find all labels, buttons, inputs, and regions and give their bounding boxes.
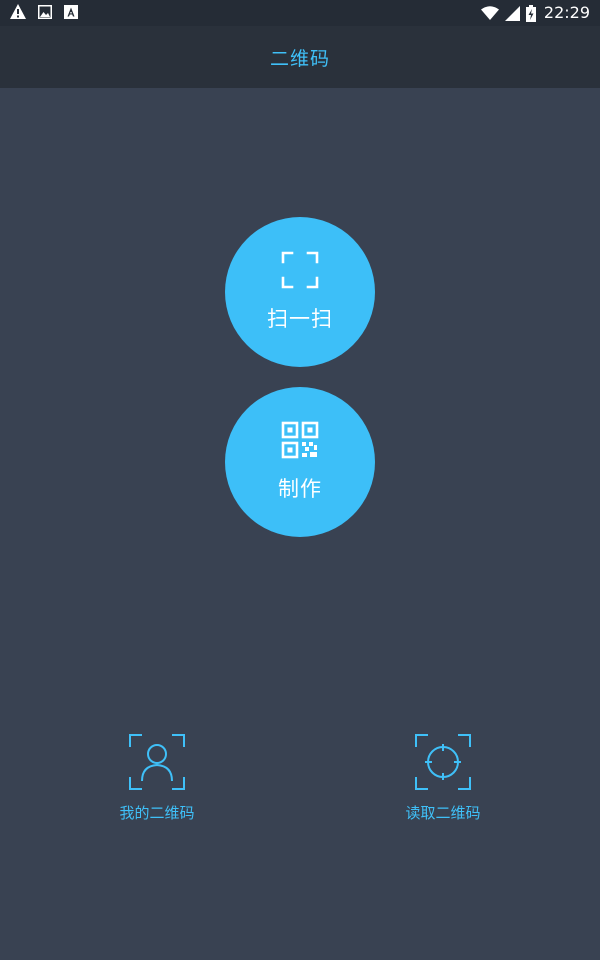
make-qr-button[interactable]: 制作 (225, 387, 375, 537)
scan-button[interactable]: 扫一扫 (225, 217, 375, 367)
target-frame-icon (415, 734, 471, 794)
status-time: 22:29 (543, 3, 590, 22)
image-icon (38, 4, 52, 19)
status-right-icons: 22:29 (480, 3, 590, 23)
page-title: 二维码 (269, 47, 330, 70)
status-bar: 22:29 (0, 0, 600, 26)
warning-icon (10, 4, 26, 19)
scan-frame-icon (281, 251, 319, 293)
signal-icon (504, 5, 520, 21)
my-qr-code-button[interactable]: 我的二维码 (67, 734, 247, 823)
user-frame-icon (129, 734, 185, 794)
status-left-icons (10, 4, 78, 19)
text-a-icon (64, 4, 78, 19)
app-bar: 二维码 (0, 26, 600, 88)
make-qr-button-label: 制作 (278, 477, 322, 501)
read-qr-code-label: 读取二维码 (405, 804, 481, 822)
battery-icon (525, 4, 536, 22)
scan-button-label: 扫一扫 (267, 307, 333, 331)
read-qr-code-button[interactable]: 读取二维码 (353, 734, 533, 823)
wifi-icon (480, 6, 499, 20)
my-qr-code-label: 我的二维码 (119, 804, 195, 822)
qr-code-icon (281, 421, 319, 463)
